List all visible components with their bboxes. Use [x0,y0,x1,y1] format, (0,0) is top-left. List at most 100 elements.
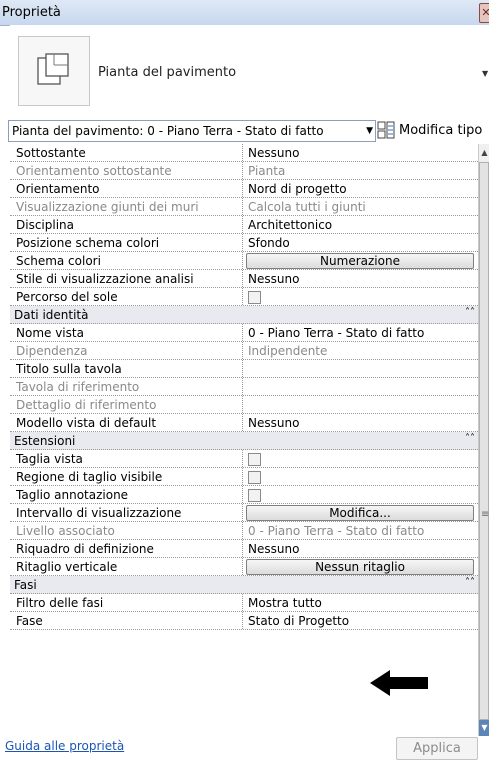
property-row[interactable]: Fase Stato di Progetto [10,612,478,630]
property-name: Percorso del sole [16,290,118,304]
property-value[interactable]: Mostra tutto [248,596,322,610]
property-value[interactable]: Architettonico [248,218,332,232]
property-value[interactable]: Nessuno [248,416,299,430]
column-divider [242,162,243,179]
instance-filter-value: Pianta del pavimento: 0 - Piano Terra - … [12,124,324,138]
column-divider [242,414,243,431]
column-divider [242,558,243,575]
property-checkbox[interactable] [248,291,261,304]
type-selector[interactable]: Pianta del pavimento ▼ [10,25,489,115]
property-row[interactable]: Filtro delle fasi Mostra tutto [10,594,478,612]
property-name: Livello associato [16,524,115,538]
edit-type-icon [377,121,395,139]
property-row[interactable]: Taglio annotazione [10,486,478,504]
property-value: Pianta [248,164,286,178]
property-row[interactable]: Schema colori Numerazione [10,252,478,270]
property-name: Disciplina [16,218,75,232]
property-row[interactable]: Ritaglio verticale Nessun ritaglio [10,558,478,576]
edit-type-label: Modifica tipo [399,122,483,138]
property-checkbox[interactable] [248,489,261,502]
column-divider [242,468,243,485]
close-icon[interactable]: ✕ [479,3,489,23]
property-name: Schema colori [16,254,101,268]
property-row[interactable]: Percorso del sole [10,288,478,306]
scroll-up-icon[interactable]: ▲ [479,144,489,162]
title-bar: Proprietà ✕ [0,0,489,26]
collapse-chevron-icon[interactable]: ˄˄ [465,577,475,588]
property-row[interactable]: Titolo sulla tavola [10,360,478,378]
collapse-chevron-icon[interactable]: ˄˄ [465,307,475,318]
property-row[interactable]: Dettaglio di riferimento [10,396,478,414]
column-divider [242,594,243,611]
property-value[interactable]: Nessuno [248,542,299,556]
property-row[interactable]: Nome vista 0 - Piano Terra - Stato di fat… [10,324,478,342]
property-row[interactable]: Sottostante Nessuno [10,144,478,162]
property-value[interactable]: Stato di Progetto [248,614,349,628]
property-name: Intervallo di visualizzazione [16,506,182,520]
property-row[interactable]: Orientamento sottostante Pianta [10,162,478,180]
property-value: Calcola tutti i giunti [248,200,366,214]
property-name: Ritaglio verticale [16,560,118,574]
property-row[interactable]: Regione di taglio visibile [10,468,478,486]
property-value-button[interactable]: Nessun ritaglio [246,559,474,575]
grip-icon: ≡ [481,509,489,520]
property-name: Titolo sulla tavola [16,362,122,376]
column-divider [242,360,243,377]
column-divider [242,378,243,395]
property-name: Tavola di riferimento [16,380,140,394]
property-row[interactable]: Disciplina Architettonico [10,216,478,234]
column-divider [242,342,243,359]
property-name: Riquadro di definizione [16,542,154,556]
property-name: Taglio annotazione [16,488,129,502]
property-checkbox[interactable] [248,471,261,484]
scroll-down-icon[interactable]: ▼ [479,720,489,736]
column-divider [242,612,243,629]
property-row[interactable]: Modello vista di default Nessuno [10,414,478,432]
window-title: Proprietà [2,5,61,20]
property-row[interactable]: Taglia vista [10,450,478,468]
property-value[interactable]: Nessuno [248,146,299,160]
property-row[interactable]: Visualizzazione giunti dei muri Calcola t… [10,198,478,216]
property-value[interactable]: Nessuno [248,272,299,286]
edit-type-button[interactable]: Modifica tipo [377,118,482,142]
vertical-scrollbar[interactable]: ▲ ≡ ▼ [478,144,489,736]
property-name: Taglia vista [16,452,83,466]
property-row[interactable]: Livello associato 0 - Piano Terra - Stato… [10,522,478,540]
property-value[interactable]: Nord di progetto [248,182,347,196]
chevron-down-icon[interactable]: ▼ [482,69,488,78]
collapse-chevron-icon[interactable]: ˄˄ [465,433,475,444]
apply-button[interactable]: Applica [396,737,478,760]
column-divider [242,396,243,413]
property-row[interactable]: Posizione schema colori Sfondo [10,234,478,252]
help-link[interactable]: Guida alle proprietà [5,739,124,753]
property-checkbox[interactable] [248,453,261,466]
chevron-down-icon[interactable]: ▼ [366,126,373,136]
property-name: Modello vista di default [16,416,157,430]
property-row[interactable]: Stile di visualizzazione analisi Nessuno [10,270,478,288]
property-row[interactable]: Riquadro di definizione Nessuno [10,540,478,558]
property-value-button[interactable]: Modifica... [246,505,474,521]
properties-palette: Proprietà ✕ Pianta del pavimento ▼ Piant… [0,0,489,761]
category-header[interactable]: Estensioni ˄˄ [10,432,478,450]
property-name: Posizione schema colori [16,236,160,250]
category-header[interactable]: Fasi ˄˄ [10,576,478,594]
category-header[interactable]: Dati identità ˄˄ [10,306,478,324]
property-value[interactable]: 0 - Piano Terra - Stato di fatto [248,326,424,340]
property-row[interactable]: Dipendenza Indipendente [10,342,478,360]
pointer-arrow-icon [370,670,428,696]
property-row[interactable]: Tavola di riferimento [10,378,478,396]
category-label: Dati identità [14,308,89,322]
column-divider [242,180,243,197]
property-value-button[interactable]: Numerazione [246,253,474,269]
property-row[interactable]: Orientamento Nord di progetto [10,180,478,198]
property-name: Fase [16,614,43,628]
category-label: Fasi [14,578,37,592]
property-value: Indipendente [248,344,328,358]
scroll-thumb[interactable]: ≡ [479,162,489,720]
column-divider [242,216,243,233]
property-name: Sottostante [16,146,86,160]
property-value[interactable]: Sfondo [248,236,290,250]
type-name: Pianta del pavimento [98,65,237,80]
instance-filter-dropdown[interactable]: Pianta del pavimento: 0 - Piano Terra - … [8,120,376,142]
property-row[interactable]: Intervallo di visualizzazione Modifica... [10,504,478,522]
